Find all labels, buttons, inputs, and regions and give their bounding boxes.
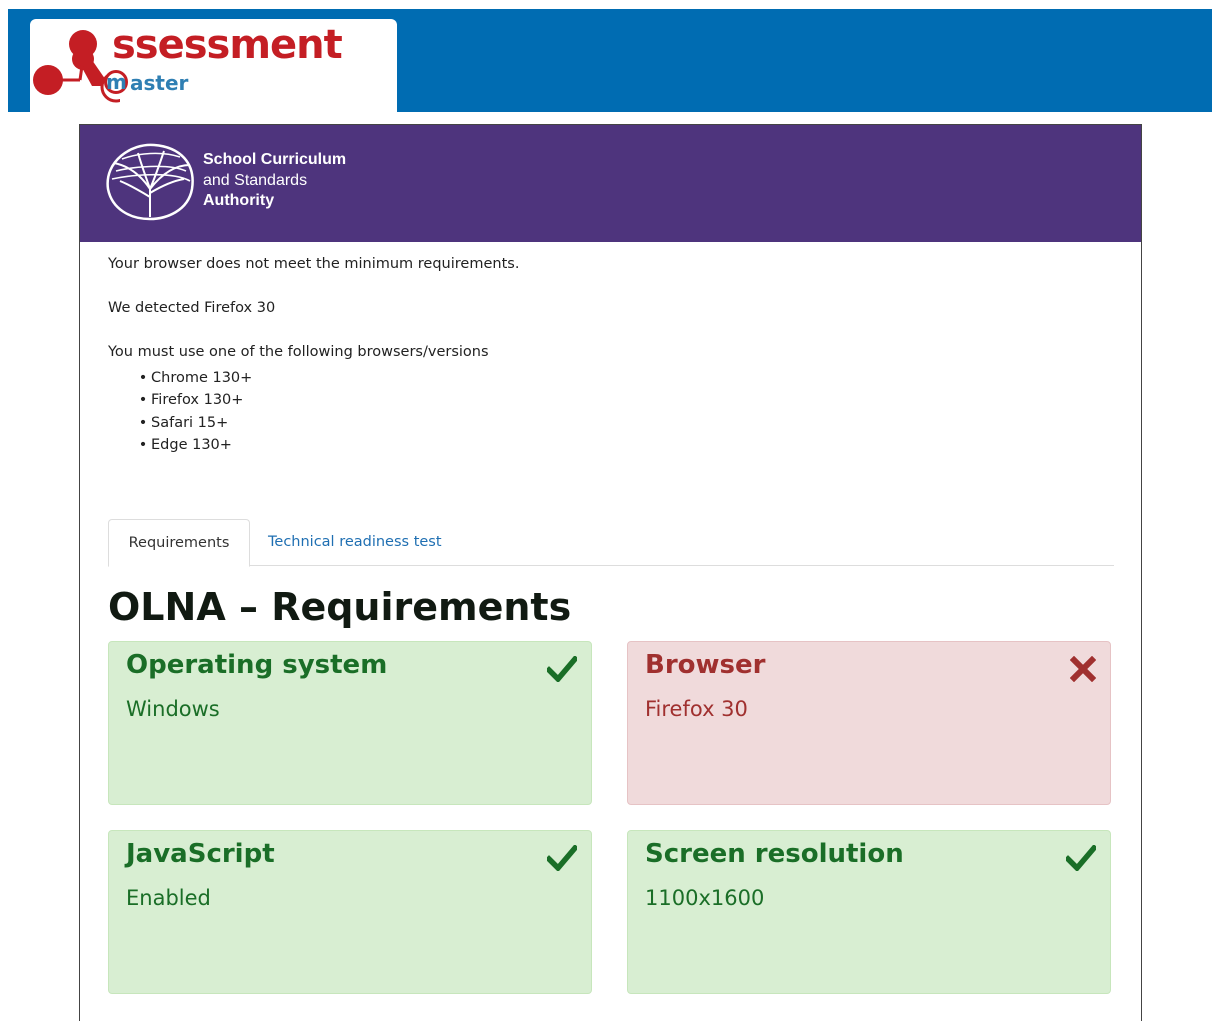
required-browsers-intro: You must use one of the following browse… [108, 344, 489, 360]
checkmark-icon [547, 656, 577, 682]
page-title: OLNA – Requirements [108, 585, 572, 629]
bullet-icon: • [138, 414, 148, 431]
card-value: 1100x1600 [645, 886, 765, 910]
logo-wordmark: ssessment [112, 22, 343, 68]
logo-m-letter: m [106, 70, 127, 94]
authority-name: School Curriculum and Standards Authorit… [203, 150, 346, 212]
authority-line-2: and Standards [203, 171, 346, 192]
browser-item-label: Firefox 130+ [151, 392, 244, 409]
bullet-icon: • [138, 436, 148, 453]
authority-header: School Curriculum and Standards Authorit… [80, 125, 1141, 242]
supported-browsers-list: • Chrome 130+ • Firefox 130+ • Safari 15+ •… [108, 367, 253, 456]
card-value: Firefox 30 [645, 697, 748, 721]
browser-item-label: Safari 15+ [151, 414, 229, 431]
authority-line-3: Authority [203, 192, 275, 209]
requirements-not-met-message: Your browser does not meet the minimum r… [108, 256, 520, 272]
bullet-icon: • [138, 370, 148, 386]
tab-bar: Requirements Technical readiness test [108, 519, 1114, 567]
tab-requirements[interactable]: Requirements [108, 519, 250, 567]
logo-subtitle: aster [130, 71, 189, 95]
requirement-card-operating-system: Operating system Windows [108, 641, 592, 805]
requirement-card-screen-resolution: Screen resolution 1100x1600 [627, 830, 1111, 994]
browser-item-label: Edge 130+ [151, 436, 232, 453]
authority-line-1: School Curriculum [203, 151, 347, 168]
list-item: • Firefox 130+ [108, 389, 252, 411]
card-title: Operating system [126, 650, 388, 680]
tab-technical-readiness-test[interactable]: Technical readiness test [268, 519, 442, 565]
requirement-card-javascript: JavaScript Enabled [108, 830, 592, 994]
bullet-icon: • [138, 392, 148, 409]
checkmark-icon [547, 845, 577, 871]
card-value: Windows [126, 697, 220, 721]
authority-tree-logo [106, 143, 194, 221]
card-value: Enabled [126, 886, 211, 910]
card-title: JavaScript [126, 839, 275, 869]
authority-line-2-text: and Standards [203, 171, 308, 189]
main-panel: School Curriculum and Standards Authorit… [79, 124, 1142, 1021]
cross-icon [1070, 656, 1096, 682]
browser-item-label: Chrome 130+ [151, 370, 253, 386]
card-title: Browser [645, 650, 766, 680]
detected-browser-message: We detected Firefox 30 [108, 300, 276, 316]
list-item: • Safari 15+ [108, 412, 252, 434]
requirement-card-browser: Browser Firefox 30 [627, 641, 1111, 805]
card-title: Screen resolution [645, 839, 904, 869]
list-item: • Edge 130+ [108, 434, 252, 456]
list-item: • Chrome 130+ [108, 367, 253, 389]
checkmark-icon [1066, 845, 1096, 871]
